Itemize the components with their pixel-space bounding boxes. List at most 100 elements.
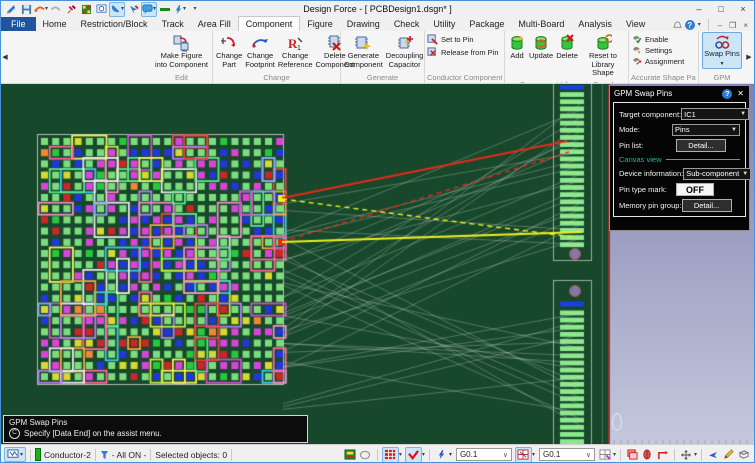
app-icon[interactable] [4, 3, 18, 16]
tab-package[interactable]: Package [462, 17, 511, 31]
snap-grid-icon[interactable] [598, 448, 613, 462]
lightning-icon[interactable]: ▾ [173, 3, 187, 16]
sheets-icon[interactable] [625, 448, 640, 462]
tab-check[interactable]: Check [387, 17, 427, 31]
measure-icon[interactable]: ▾ [109, 2, 125, 17]
undo-icon[interactable]: ▾ [34, 3, 48, 16]
group-label-conductor-component: Conductor Component [427, 72, 502, 83]
maximize-button[interactable]: □ [710, 2, 732, 17]
change-part-button[interactable]: Change Part [215, 32, 243, 70]
dialog-close-icon[interactable]: ✕ [736, 89, 745, 98]
disabled-ellipse-icon[interactable] [358, 448, 373, 462]
component-outline-icon[interactable] [640, 448, 655, 462]
online-check-icon[interactable] [405, 447, 422, 463]
pin-type-mark-toggle[interactable]: OFF [676, 183, 714, 196]
active-layer-indicator[interactable]: Conductor-2 [35, 448, 91, 461]
sheet-3d-icon[interactable] [736, 448, 751, 462]
swap-pins-button[interactable]: Swap Pins ▾ [702, 32, 741, 69]
save-icon[interactable] [19, 3, 33, 16]
grid-size-select-2[interactable]: G0.1 ∨ [539, 448, 595, 461]
library-add-button[interactable]: Add [507, 32, 527, 62]
assignment-button[interactable]: Assignment [631, 56, 684, 66]
change-reference-button[interactable]: R1 Change Reference [277, 32, 314, 70]
dialog-help-icon[interactable]: ? [722, 89, 732, 99]
move-arrow-icon[interactable] [126, 3, 140, 16]
ribbon-scroll-left-icon[interactable]: ◀ [1, 31, 9, 83]
settings-button[interactable]: Settings [631, 45, 672, 55]
grid-toggle-icon[interactable] [515, 447, 532, 463]
help-caret-icon[interactable]: ▾ [698, 22, 701, 28]
view-mode-button[interactable]: ▾ [4, 447, 26, 462]
drc-toggle-icon[interactable] [382, 447, 399, 463]
mdi-restore-icon[interactable]: ❒ [727, 21, 738, 30]
notification-icon[interactable] [673, 21, 682, 30]
unpin-icon[interactable] [64, 3, 78, 16]
mdi-minimize-icon[interactable]: – [716, 21, 724, 30]
pan-move-icon[interactable] [679, 448, 694, 462]
realtime-lightning-icon[interactable] [434, 448, 449, 462]
pencil-edit-icon[interactable] [721, 448, 736, 462]
balloon-icon[interactable]: ▾ [141, 2, 157, 17]
tab-restriction-block[interactable]: Restriction/Block [74, 17, 155, 31]
device-information-select[interactable]: Sub-component ▼ [683, 168, 751, 180]
group-label-change: Change [215, 72, 338, 83]
reset-to-library-shape-button[interactable]: Reset to Library Shape [580, 32, 626, 79]
zoom-box-icon[interactable] [94, 3, 108, 16]
tab-home[interactable]: Home [36, 17, 74, 31]
board-icon[interactable] [79, 3, 93, 16]
corner-angle-icon[interactable] [655, 448, 670, 462]
tab-area-fill[interactable]: Area Fill [191, 17, 238, 31]
cursor-arrow-icon[interactable] [706, 448, 721, 462]
group-label-component-library: Component Library in Board [507, 79, 626, 83]
tab-component[interactable]: Component [238, 16, 301, 31]
chevron-down-icon[interactable]: ▾ [399, 452, 402, 458]
customize-caret-icon[interactable]: ▾ [188, 3, 202, 16]
filter-status[interactable]: - All ON - [100, 450, 146, 460]
tab-figure[interactable]: Figure [300, 17, 340, 31]
minimize-button[interactable]: – [688, 2, 710, 17]
set-to-pin-button[interactable]: Set to Pin [427, 34, 474, 45]
chevron-down-icon[interactable]: ▾ [449, 452, 452, 458]
grid-size-select-1[interactable]: G0.1 ∨ [456, 448, 512, 461]
titlebar: ▾ ▾ ▾ ▾ ▾ Design Force - [ PCBDesign1.ds… [1, 1, 754, 17]
chevron-down-icon[interactable]: ▾ [422, 452, 425, 458]
enable-button[interactable]: Enable [631, 34, 668, 44]
library-delete-button[interactable]: Delete [555, 32, 579, 62]
chevron-down-icon[interactable]: ▾ [532, 452, 535, 458]
chevron-down-icon[interactable]: ▾ [613, 452, 616, 458]
target-component-select[interactable]: IC1 ▼ [681, 108, 749, 120]
tab-drawing[interactable]: Drawing [340, 17, 387, 31]
tab-utility[interactable]: Utility [426, 17, 462, 31]
group-label-gpm: GPM [701, 72, 743, 83]
decoupling-capacitor-button[interactable]: Decoupling Capacitor [385, 32, 425, 70]
tab-view[interactable]: View [619, 17, 652, 31]
design-canvas[interactable]: GPM Swap Pins C Specify [Data End] on th… [1, 84, 755, 444]
ribbon-scroll-right-icon[interactable]: ▶ [745, 31, 753, 83]
mode-select[interactable]: Pins ▼ [672, 124, 740, 136]
ribbon-group-change: Change Part Change Footprint R1 Change R… [213, 31, 341, 83]
group-label-edit: Edit [153, 72, 210, 83]
library-update-button[interactable]: Update [528, 32, 554, 62]
dialog-titlebar[interactable]: GPM Swap Pins ? ✕ [610, 86, 749, 101]
tab-file[interactable]: File [1, 17, 36, 31]
close-button[interactable]: × [732, 2, 754, 17]
ribbon-tabs: File Home Restriction/Block Track Area F… [1, 17, 754, 31]
make-figure-into-component-button[interactable]: Make Figure into Component [154, 32, 209, 70]
tab-analysis[interactable]: Analysis [571, 17, 619, 31]
memory-pin-detail-button[interactable]: Detail... [682, 199, 732, 212]
release-from-pin-button[interactable]: Release from Pin [427, 47, 499, 58]
pin-list-detail-button[interactable]: Detail... [676, 139, 726, 152]
chevron-down-icon: ▼ [740, 111, 746, 117]
tab-multi-board[interactable]: Multi-Board [511, 17, 571, 31]
mdi-close-icon[interactable]: × [741, 21, 750, 30]
tab-track[interactable]: Track [155, 17, 191, 31]
layer-set-icon[interactable] [343, 448, 358, 462]
layer-color-swatch [35, 448, 41, 461]
chevron-down-icon[interactable]: ▾ [694, 452, 697, 458]
redo-icon[interactable] [49, 3, 63, 16]
assist-title: GPM Swap Pins [9, 418, 67, 428]
help-icon[interactable]: ? [685, 20, 695, 30]
green-bar-icon[interactable] [158, 3, 172, 16]
change-footprint-button[interactable]: Change Footprint [244, 32, 276, 70]
generate-component-button[interactable]: Generate Component [343, 32, 384, 70]
